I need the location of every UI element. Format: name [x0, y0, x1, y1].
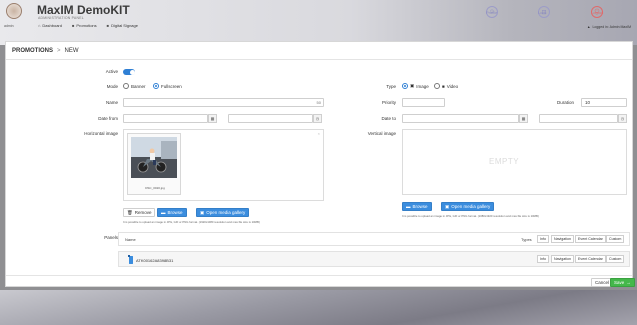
image-icon: ▣ — [445, 203, 450, 209]
filter-chip-navigation[interactable]: Navigation — [551, 235, 574, 243]
name-input[interactable]: 50 — [123, 98, 324, 107]
priority-input[interactable] — [402, 98, 445, 107]
types-column-header: Types — [521, 237, 532, 242]
panels-table-header: Name Types Info Navigation Event Calenda… — [118, 232, 630, 246]
time-to-input[interactable] — [539, 114, 618, 123]
grid-icon: ■ — [106, 23, 110, 28]
arrow-right-icon: → — [626, 280, 631, 285]
date-to-label: Date to — [381, 116, 396, 121]
type-radio-image[interactable]: ▣ Image — [402, 83, 429, 89]
active-toggle[interactable] — [123, 69, 135, 75]
user-icon: ▲ — [587, 25, 591, 29]
open-media-gallery-button[interactable]: ▣ Open media gallery — [196, 208, 250, 217]
duration-input[interactable]: 10 — [581, 98, 627, 107]
promotion-form-panel: PROMOTIONS > NEW Active Mode Banner Full… — [5, 41, 635, 287]
save-button[interactable]: Save → — [610, 278, 635, 287]
close-icon[interactable]: × — [318, 131, 320, 136]
nav-item-dashboard[interactable]: ⌂ Dashboard — [38, 23, 62, 28]
logged-in-status: ▲ Logged in: Admin MaxIM — [587, 25, 631, 29]
duration-label: Duration — [556, 100, 574, 105]
trash-icon: 🗑 — [127, 209, 133, 215]
date-to-input[interactable] — [402, 114, 519, 123]
image-preview — [131, 137, 177, 178]
app-subtitle: ADMINISTRATION PANEL — [38, 16, 84, 20]
home-icon: ⌂ — [38, 23, 41, 28]
name-column-header: Name — [125, 237, 136, 242]
video-icon: ■ — [442, 83, 445, 89]
table-row[interactable]: ATK00162A8398B31 Info Navigation Event C… — [118, 251, 630, 267]
calendar-icon[interactable]: ▦ — [208, 114, 217, 123]
row-chip-event-calendar[interactable]: Event Calendar — [575, 255, 606, 263]
nav-item-promotions[interactable]: ■ Promotions — [72, 23, 97, 28]
vertical-image-dropzone[interactable]: EMPTY — [402, 129, 627, 195]
name-char-counter: 50 — [316, 100, 321, 105]
browse-button[interactable]: ▬ Browse — [157, 208, 187, 217]
logout-button[interactable]: ⏻ Logout — [591, 6, 603, 18]
time-from-input[interactable] — [228, 114, 313, 123]
breadcrumb-separator: > — [57, 48, 61, 54]
active-label: Active — [105, 69, 118, 74]
priority-label: Priority — [381, 100, 396, 105]
divider — [6, 59, 632, 60]
row-chip-custom[interactable]: Custom — [606, 255, 625, 263]
horizontal-image-thumbnail[interactable]: DSC_0020.jpg — [127, 133, 181, 195]
vertical-image-hint: It is possible to upload an image in JPG… — [402, 214, 539, 218]
image-icon: ▣ — [410, 83, 415, 88]
user-avatar-icon — [6, 3, 22, 19]
filter-chip-info[interactable]: Info — [537, 235, 549, 243]
nav-item-digital-signage[interactable]: ■ Digital Signage — [107, 23, 138, 28]
user-caption: admin — [4, 24, 14, 28]
type-radio-video[interactable]: ■ Video — [434, 83, 458, 89]
main-nav: ⌂ Dashboard ■ Promotions ■ Digital Signa… — [38, 23, 138, 28]
profile-button[interactable]: ☺ Profile — [486, 6, 498, 18]
clock-icon[interactable]: ◷ — [618, 114, 627, 123]
row-chip-info[interactable]: Info — [537, 255, 549, 263]
panels-label: Panels — [104, 235, 118, 240]
vertical-browse-button[interactable]: ▬ Browse — [402, 202, 432, 211]
empty-placeholder: EMPTY — [489, 157, 520, 166]
divider — [6, 275, 632, 276]
folder-icon: ▬ — [161, 210, 166, 215]
motorcycle-photo-icon — [131, 137, 177, 178]
mode-label: Mode — [106, 84, 118, 89]
desk-background — [0, 290, 637, 325]
breadcrumb-section[interactable]: PROMOTIONS — [12, 48, 53, 54]
breadcrumb: PROMOTIONS > NEW — [12, 48, 79, 54]
remove-button[interactable]: 🗑 Remove — [123, 208, 156, 217]
horizontal-image-hint: It is possible to upload an image in JPG… — [123, 220, 260, 224]
breadcrumb-page: NEW — [64, 48, 79, 54]
row-chip-navigation[interactable]: Navigation — [551, 255, 574, 263]
mode-radio-fullscreen[interactable]: Fullscreen — [153, 83, 182, 89]
type-label: Type — [386, 84, 396, 89]
grid-icon: ■ — [72, 23, 75, 28]
calendar-icon[interactable]: ▦ — [519, 114, 528, 123]
mode-radio-banner[interactable]: Banner — [123, 83, 146, 89]
tablet-icon — [128, 255, 133, 264]
image-icon: ▣ — [200, 209, 205, 215]
filter-chip-event-calendar[interactable]: Event Calendar — [575, 235, 606, 243]
panel-name-cell: ATK00162A8398B31 — [128, 255, 173, 264]
filter-chip-custom[interactable]: Custom — [606, 235, 625, 243]
vertical-image-label: Vertical image — [367, 131, 396, 136]
app-header: admin MaxIM DemoKIT ADMINISTRATION PANEL… — [0, 0, 637, 34]
horizontal-image-label: Horizontal image — [84, 131, 118, 136]
folder-icon: ▬ — [406, 204, 411, 209]
name-label: Name — [105, 100, 118, 105]
image-filename: DSC_0020.jpg — [145, 186, 165, 190]
vertical-open-media-gallery-button[interactable]: ▣ Open media gallery — [441, 202, 495, 211]
lock-button[interactable]: ⊡ Lock — [538, 6, 550, 18]
date-from-label: Date from — [98, 116, 118, 121]
clock-icon[interactable]: ◷ — [313, 114, 322, 123]
date-from-input[interactable] — [123, 114, 208, 123]
app-title: MaxIM DemoKIT — [37, 3, 130, 17]
